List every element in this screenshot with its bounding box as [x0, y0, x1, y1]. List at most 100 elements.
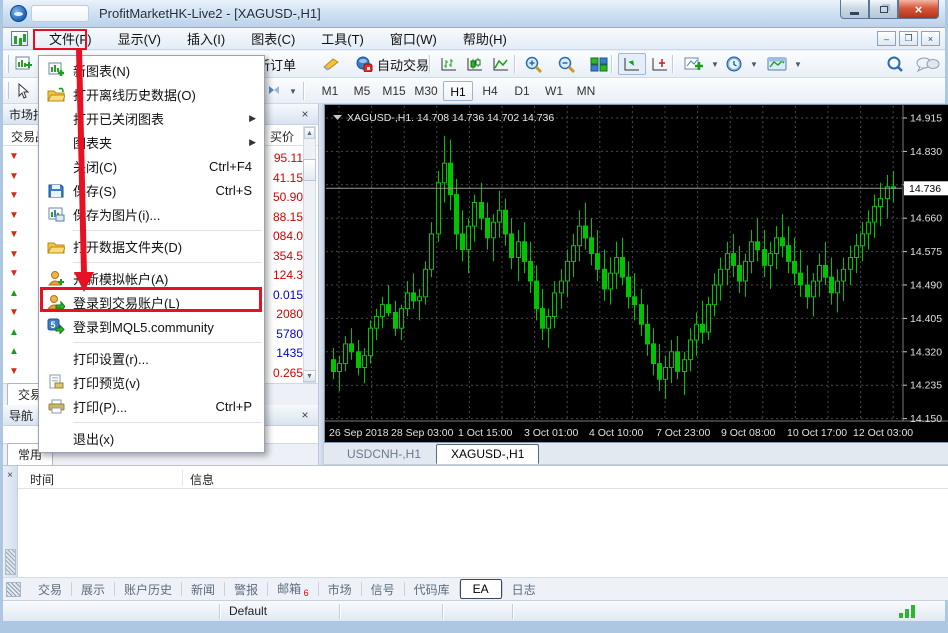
message-column-header[interactable]: 信息: [190, 471, 214, 488]
shortcut-label: Ctrl+F4: [209, 159, 252, 174]
shortcut-label: Ctrl+P: [216, 399, 252, 414]
child-close-button[interactable]: ×: [921, 31, 940, 46]
indicators-dropdown-arrow[interactable]: ▼: [711, 60, 719, 69]
file-menu-item-16[interactable]: 打印(P)...Ctrl+P: [39, 394, 264, 418]
menu-item-6[interactable]: 帮助(H): [450, 27, 520, 50]
timeframe-m30[interactable]: M30: [411, 81, 441, 101]
chart-shift-button[interactable]: [646, 53, 674, 75]
chart-window[interactable]: 14.91514.83014.74514.66014.57514.49014.4…: [324, 104, 948, 443]
terminal-tab-9[interactable]: EA: [460, 579, 502, 599]
symbol-cycle-button[interactable]: ▼: [261, 80, 301, 102]
search-button[interactable]: [881, 53, 909, 75]
terminal-tab-1[interactable]: 展示: [72, 579, 114, 600]
ask-column-header[interactable]: 买价: [270, 128, 294, 145]
time-column-header[interactable]: 时间: [30, 471, 54, 488]
file-menu-item-18[interactable]: 退出(x): [39, 426, 264, 450]
menu-item-4[interactable]: 工具(T): [308, 27, 377, 50]
chat-button[interactable]: [911, 53, 945, 75]
zoom-in-button[interactable]: [520, 53, 548, 75]
file-menu-separator: [39, 418, 264, 426]
new-chart-toolbar-button[interactable]: [11, 53, 37, 75]
chart-tab-1[interactable]: XAGUSD-,H1: [436, 444, 539, 464]
svg-text:14.575: 14.575: [910, 246, 942, 258]
minimize-button[interactable]: [840, 0, 869, 19]
bar-chart-mode-icon: [439, 56, 459, 73]
menu-item-5[interactable]: 窗口(W): [377, 27, 450, 50]
svg-text:12 Oct 03:00: 12 Oct 03:00: [853, 427, 913, 439]
close-button[interactable]: ×: [898, 0, 939, 19]
print-icon: [39, 399, 73, 414]
file-menu-item-label: 打印(P)...: [73, 397, 216, 416]
mql5-icon: 5: [39, 318, 73, 334]
timeframe-mn[interactable]: MN: [571, 81, 601, 101]
market-watch-scrollbar[interactable]: ▲ ▼: [303, 126, 316, 383]
bar-chart-mode-button[interactable]: [435, 53, 463, 75]
symbol-cycle-dropdown-arrow[interactable]: ▼: [289, 87, 297, 96]
terminal-tab-5[interactable]: 邮箱 6: [268, 578, 318, 600]
restore-button[interactable]: [869, 0, 898, 19]
timeframe-d1[interactable]: D1: [507, 81, 537, 101]
periods-button[interactable]: ▼: [721, 53, 762, 75]
terminal-tab-3[interactable]: 新闻: [182, 579, 224, 600]
file-menu-item-14[interactable]: 打印设置(r)...: [39, 346, 264, 370]
terminal-tab-0[interactable]: 交易: [29, 579, 71, 600]
terminal-tab-10[interactable]: 日志: [503, 579, 545, 600]
indicators-button[interactable]: ▼: [679, 53, 723, 75]
timeframe-h1[interactable]: H1: [443, 81, 473, 101]
ask-price: 5780: [276, 327, 303, 341]
templates-button[interactable]: ▼: [763, 53, 806, 75]
candlestick-mode-button[interactable]: [461, 53, 489, 75]
ask-price: 41.15: [273, 171, 303, 185]
file-menu-item-12[interactable]: 5登录到MQL5.community: [39, 314, 264, 338]
auto-scroll-button[interactable]: [618, 53, 646, 75]
navigator-close-icon[interactable]: ×: [298, 408, 312, 422]
zoom-out-button[interactable]: [553, 53, 581, 75]
cursor-tool-button[interactable]: [11, 80, 35, 102]
svg-text:9 Oct 08:00: 9 Oct 08:00: [721, 427, 775, 439]
terminal-tab-7[interactable]: 信号: [362, 579, 404, 600]
terminal-tab-6[interactable]: 市场: [319, 579, 361, 600]
child-minimize-button[interactable]: –: [877, 31, 896, 46]
scrollbar-thumb[interactable]: [303, 159, 316, 181]
svg-text:4 Oct 10:00: 4 Oct 10:00: [589, 427, 643, 439]
terminal-grip-icon[interactable]: [5, 549, 16, 575]
chart-window-icon: [11, 31, 28, 46]
file-menu-item-15[interactable]: 打印预览(v): [39, 370, 264, 394]
yellow-tool-icon: [321, 56, 341, 72]
timeframe-m1[interactable]: M1: [315, 81, 345, 101]
scroll-up-arrow[interactable]: ▲: [304, 127, 315, 139]
terminal-close-icon[interactable]: ×: [3, 470, 17, 481]
price-down-arrow-icon: ▼: [9, 249, 19, 260]
svg-text:5: 5: [51, 320, 56, 330]
svg-text:14.490: 14.490: [910, 280, 942, 292]
terminal-tab-4[interactable]: 警报: [225, 579, 267, 600]
scroll-down-arrow[interactable]: ▼: [303, 370, 316, 382]
candlestick-mode-icon: [465, 56, 485, 73]
profile-name[interactable]: Default: [229, 604, 267, 618]
autotrading-button[interactable]: 自动交易: [351, 53, 433, 75]
market-watch-close-icon[interactable]: ×: [298, 107, 312, 121]
tile-windows-icon: [589, 56, 609, 73]
cursor-icon: [15, 83, 31, 99]
menu-item-2[interactable]: 插入(I): [174, 27, 238, 50]
chart-tab-0[interactable]: USDCNH-,H1: [332, 444, 436, 464]
menu-bar: 文件(F)显示(V)插入(I)图表(C)工具(T)窗口(W)帮助(H) – ❒ …: [3, 28, 945, 50]
timeframe-w1[interactable]: W1: [539, 81, 569, 101]
price-down-arrow-icon: ▼: [9, 210, 19, 221]
terminal-tab-2[interactable]: 账户历史: [115, 579, 181, 600]
templates-dropdown-arrow[interactable]: ▼: [794, 60, 802, 69]
menu-item-3[interactable]: 图表(C): [238, 27, 308, 50]
terminal-tab-8[interactable]: 代码库: [405, 579, 459, 600]
chart-shift-icon: [650, 56, 670, 73]
menu-item-1[interactable]: 显示(V): [105, 27, 174, 50]
tile-windows-button[interactable]: [585, 53, 613, 75]
timeframe-m15[interactable]: M15: [379, 81, 409, 101]
timeframe-h4[interactable]: H4: [475, 81, 505, 101]
shortcut-label: Ctrl+S: [216, 183, 252, 198]
ask-price: 0.015: [273, 288, 303, 302]
metaeditor-button[interactable]: [317, 53, 345, 75]
line-chart-mode-button[interactable]: [487, 53, 515, 75]
periods-dropdown-arrow[interactable]: ▼: [750, 60, 758, 69]
child-restore-button[interactable]: ❒: [899, 31, 918, 46]
timeframe-m5[interactable]: M5: [347, 81, 377, 101]
